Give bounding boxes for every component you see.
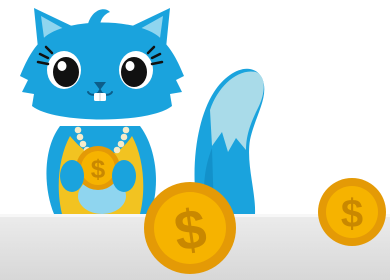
- coin-right-symbol: $: [341, 192, 363, 236]
- coin-right: $: [318, 178, 386, 246]
- cat-coin-illustration: $ $ $: [0, 0, 390, 280]
- front-coins: $ $: [144, 178, 386, 274]
- coin-large: $: [144, 182, 236, 274]
